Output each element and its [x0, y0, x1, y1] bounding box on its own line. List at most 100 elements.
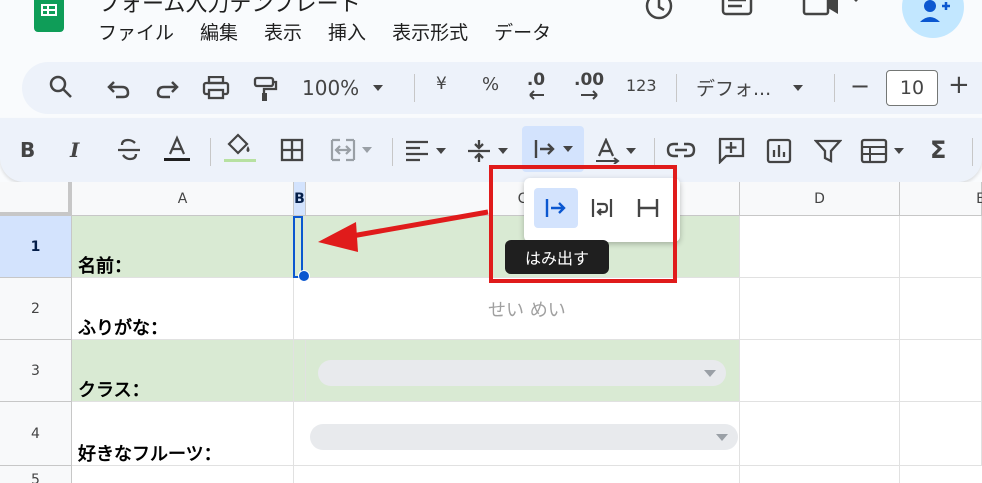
document-title[interactable]: フォーム入力テンプレート [98, 0, 361, 18]
row-header-2[interactable]: 2 [0, 278, 72, 340]
font-size-value: 10 [899, 77, 925, 99]
cell-d2[interactable] [740, 278, 900, 340]
undo-icon[interactable] [106, 76, 132, 100]
toolbar-divider [834, 74, 835, 102]
italic-button[interactable]: I [70, 138, 79, 162]
cell-d5[interactable] [740, 466, 900, 483]
menu-format[interactable]: 表示形式 [392, 18, 468, 45]
arrow-right-icon [581, 90, 598, 100]
font-size-input[interactable]: 10 [886, 70, 938, 106]
borders-icon[interactable] [280, 138, 304, 162]
font-family-select[interactable]: デフォ... [696, 74, 804, 101]
toolbar-divider [654, 138, 655, 166]
merge-cells-icon[interactable] [330, 138, 372, 162]
comment-icon[interactable] [720, 0, 754, 30]
chevron-down-icon [563, 146, 573, 152]
increase-font-size-button[interactable]: + [948, 70, 970, 100]
annotation-highlight-box [489, 165, 677, 283]
cell-e3[interactable] [900, 340, 982, 402]
meet-icon[interactable] [800, 0, 870, 30]
decrease-decimal-label: .0 [526, 70, 546, 90]
toolbar-divider [676, 74, 677, 102]
toolbar-divider [210, 138, 211, 166]
column-header-d[interactable]: D [740, 182, 900, 216]
increase-decimal-label: .00 [574, 70, 605, 90]
row-header-1[interactable]: 1 [0, 216, 72, 278]
label-favorite-fruit: 好きなフルーツ： [78, 444, 222, 465]
column-header-a[interactable]: A [72, 182, 294, 216]
chevron-down-icon [436, 148, 446, 154]
cell-e1[interactable] [900, 216, 982, 278]
chevron-down-icon [498, 148, 508, 154]
fill-color-icon[interactable] [222, 132, 258, 164]
chevron-down-icon [362, 147, 372, 153]
decrease-decimal-button[interactable]: .0 [526, 70, 546, 100]
decrease-font-size-button[interactable]: − [850, 72, 870, 100]
italic-label: I [70, 138, 80, 162]
menu-data[interactable]: データ [494, 18, 551, 45]
menu-insert[interactable]: 挿入 [328, 18, 366, 45]
search-menus-icon[interactable] [48, 74, 74, 100]
cell-a5[interactable] [72, 466, 294, 483]
print-icon[interactable] [202, 76, 230, 100]
label-name: 名前： [78, 256, 132, 277]
cell-b5[interactable] [294, 466, 740, 483]
chevron-down-icon [704, 370, 716, 377]
more-formats-button[interactable]: 123 [626, 76, 657, 95]
bold-label: B [20, 138, 36, 162]
text-rotation-icon[interactable] [594, 138, 636, 164]
increase-decimal-button[interactable]: .00 [574, 70, 604, 100]
label-class: クラス： [78, 380, 150, 401]
column-header-b[interactable]: B [294, 182, 306, 216]
row-header-3[interactable]: 3 [0, 340, 72, 402]
cell-e4[interactable] [900, 402, 982, 466]
toolbar-divider [972, 138, 973, 166]
functions-button[interactable]: Σ [930, 136, 946, 164]
horizontal-align-icon[interactable] [404, 140, 446, 162]
insert-comment-icon[interactable] [716, 136, 746, 164]
text-color-icon[interactable] [162, 134, 192, 164]
plus-label: + [948, 70, 970, 100]
redo-icon[interactable] [154, 76, 180, 100]
arrow-left-icon [529, 90, 544, 100]
row-header-5[interactable]: 5 [0, 466, 72, 483]
cell-d4[interactable] [740, 402, 900, 466]
zoom-value: 100% [302, 76, 360, 100]
chevron-down-icon [894, 148, 904, 154]
insert-chart-icon[interactable] [766, 138, 792, 164]
history-icon[interactable] [642, 0, 676, 30]
insert-link-icon[interactable] [666, 140, 696, 160]
filter-icon[interactable] [814, 138, 842, 164]
percent-format-button[interactable]: % [482, 74, 499, 95]
cell-b3[interactable] [294, 340, 306, 402]
cell-d3[interactable] [740, 340, 900, 402]
toolbar-divider [414, 74, 415, 102]
table-view-icon[interactable] [860, 138, 904, 164]
strikethrough-icon[interactable] [116, 138, 142, 162]
menu-file[interactable]: ファイル [98, 18, 174, 45]
sheets-logo-icon[interactable] [34, 0, 64, 32]
fruit-dropdown[interactable] [310, 424, 738, 450]
chevron-down-icon [373, 85, 384, 91]
menu-edit[interactable]: 編集 [200, 18, 238, 45]
column-label: D [814, 190, 825, 207]
select-all-corner[interactable] [0, 182, 72, 216]
class-dropdown[interactable] [318, 360, 726, 386]
vertical-align-icon[interactable] [466, 138, 508, 164]
bold-button[interactable]: B [20, 138, 35, 162]
paint-format-icon[interactable] [252, 76, 278, 102]
currency-format-button[interactable]: ¥ [436, 74, 447, 94]
menu-view[interactable]: 表示 [264, 18, 302, 45]
percent-label: % [482, 74, 500, 95]
font-family-value: デフォ... [696, 78, 772, 100]
zoom-select[interactable]: 100% [302, 72, 384, 104]
row-header-4[interactable]: 4 [0, 402, 72, 466]
column-label: B [294, 190, 305, 207]
cell-e2[interactable] [900, 278, 982, 340]
share-icon[interactable] [902, 0, 964, 38]
app-header: フォーム入力テンプレート ファイル 編集 表示 挿入 表示形式 データ [0, 0, 982, 60]
cell-d1[interactable] [740, 216, 900, 278]
main-toolbar: 100% ¥ % .0 .00 123 デフォ... − 10 + [22, 62, 982, 114]
column-header-e[interactable]: E [900, 182, 982, 216]
fill-handle[interactable] [298, 270, 310, 282]
